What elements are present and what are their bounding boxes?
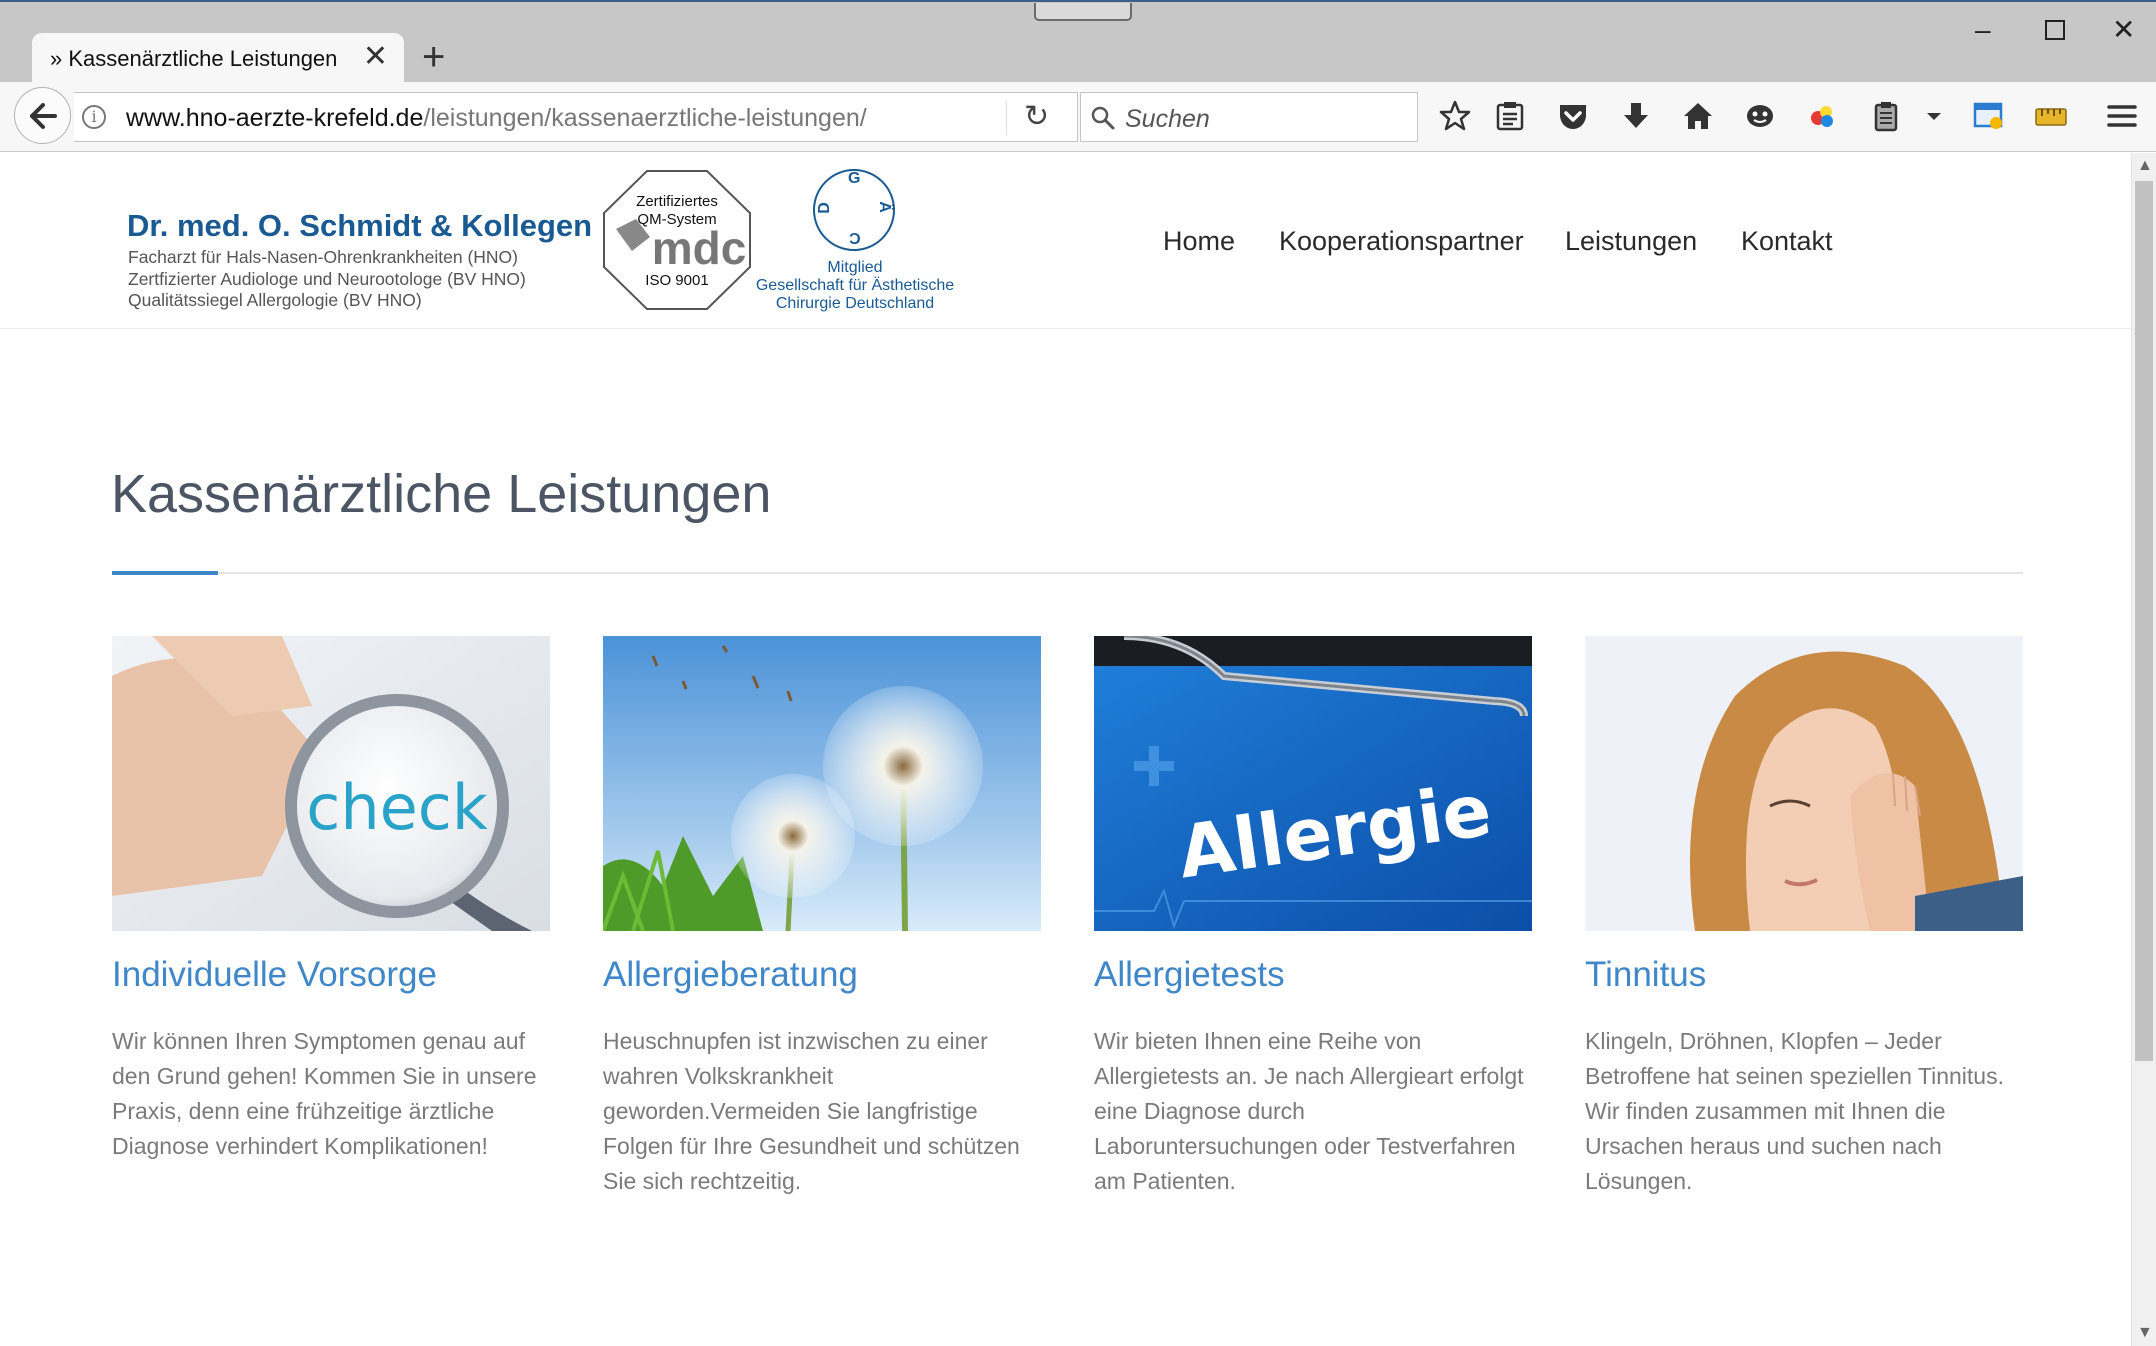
clipboard-icon[interactable] (1869, 99, 1903, 133)
logo-subline: Facharzt für Hals-Nasen-Ohrenkrankheiten… (128, 247, 518, 267)
page-scrollbar[interactable]: ▲ ▼ (2131, 153, 2156, 1346)
back-arrow-icon (30, 103, 57, 129)
url-path: /leistungen/kassenaerztliche-leistungen/ (423, 104, 867, 132)
card-text: Wir bieten Ihnen eine Reihe von Allergie… (1094, 1028, 1524, 1194)
card-title[interactable]: Tinnitus (1585, 955, 1706, 995)
emoji-icon[interactable] (1743, 99, 1777, 133)
gaed-letter: Ä (875, 201, 893, 213)
menu-icon[interactable] (2105, 99, 2139, 133)
gaed-letter: D (815, 202, 833, 214)
scroll-up-icon[interactable]: ▲ (2137, 157, 2153, 175)
browser-toolbar: i www.hno-aerzte-krefeld.de/leistungen/k… (0, 82, 2156, 152)
title-divider (112, 572, 2023, 574)
nav-home[interactable]: Home (1163, 226, 1235, 257)
gaed-member-text: Gesellschaft für Ästhetische (755, 277, 955, 294)
reload-icon[interactable]: ↻ (1024, 101, 1049, 133)
card-image-stethoscope[interactable]: check (112, 636, 550, 931)
nav-leistungen[interactable]: Leistungen (1565, 226, 1697, 257)
back-button[interactable] (14, 87, 71, 144)
gaed-letter: G (848, 170, 861, 187)
card-title[interactable]: Allergieberatung (603, 955, 858, 995)
scroll-down-icon[interactable]: ▼ (2137, 1324, 2153, 1342)
reading-list-icon[interactable] (1493, 99, 1527, 133)
card-title[interactable]: Individuelle Vorsorge (112, 955, 437, 995)
url-text: www.hno-aerzte-krefeld.de/leistungen/kas… (126, 104, 867, 133)
site-logo-name[interactable]: Dr. med. O. Schmidt & Kollegen (127, 208, 592, 244)
gaed-member-logo: G Ä C D (812, 168, 896, 252)
download-icon[interactable] (1619, 99, 1653, 133)
qm-certification-seal: Zertifiziertes QM-System mdc ISO 9001 (602, 169, 752, 311)
gaed-letter: C (849, 229, 861, 246)
nav-kooperationspartner[interactable]: Kooperationspartner (1279, 226, 1524, 257)
window-close-icon[interactable]: ✕ (2112, 16, 2135, 44)
search-placeholder: Suchen (1125, 105, 1210, 133)
dropdown-arrow-icon[interactable] (1922, 99, 1946, 133)
site-header: Dr. med. O. Schmidt & Kollegen Facharzt … (0, 153, 2131, 329)
page-title: Kassenärztliche Leistungen (111, 464, 772, 524)
tab-title: » Kassenärztliche Leistungen (50, 46, 338, 71)
browser-tab-strip: » Kassenärztliche Leistungen ✕ + – ✕ (0, 0, 2156, 84)
card-title[interactable]: Allergietests (1094, 955, 1285, 995)
card-image-allergie-tablet[interactable]: Allergie (1094, 636, 1532, 931)
window-maximize-icon[interactable] (2045, 20, 2065, 40)
card-image-dandelions[interactable] (603, 636, 1041, 931)
window-minimize-icon[interactable]: – (1975, 16, 1991, 44)
seal-bottom-line: ISO 9001 (645, 272, 709, 289)
bookmark-star-icon[interactable] (1438, 99, 1472, 133)
logo-subline: Zertfizierter Audiologe und Neurootologe… (128, 269, 526, 289)
url-host: www.hno-aerzte-krefeld.de (126, 104, 424, 132)
pocket-icon[interactable] (1556, 99, 1590, 133)
card-image-word: check (306, 771, 488, 844)
title-accent-bar (112, 571, 218, 575)
home-icon[interactable] (1681, 99, 1715, 133)
logo-subline: Qualitätssiegel Allergologie (BV HNO) (128, 290, 422, 310)
card-text: Wir können Ihren Symptomen genau auf den… (112, 1028, 537, 1159)
gaed-member-text: Mitglied (827, 259, 883, 276)
colorful-addon-icon[interactable] (1806, 99, 1840, 133)
search-input[interactable]: Suchen (1080, 92, 1418, 142)
page-info-icon[interactable]: i (82, 105, 106, 129)
window-addon-icon[interactable] (1972, 99, 2006, 133)
tab-close-icon[interactable]: ✕ (363, 42, 388, 72)
card-image-woman-ear[interactable] (1585, 636, 2023, 931)
card-text: Heuschnupfen ist inzwischen zu einer wah… (603, 1028, 1020, 1194)
ruler-addon-icon[interactable] (2034, 99, 2068, 133)
url-separator (1006, 101, 1007, 135)
window-drag-handle[interactable] (1034, 3, 1132, 21)
gaed-member-text: Chirurgie Deutschland (775, 295, 935, 312)
seal-top-line: Zertifiziertes (636, 193, 718, 210)
scroll-thumb[interactable] (2135, 181, 2153, 1061)
nav-kontakt[interactable]: Kontakt (1741, 226, 1833, 257)
browser-tab-active[interactable]: » Kassenärztliche Leistungen ✕ (32, 33, 404, 84)
new-tab-plus-icon[interactable]: + (422, 37, 445, 77)
search-icon (1091, 106, 1115, 130)
url-bar[interactable]: i www.hno-aerzte-krefeld.de/leistungen/k… (74, 92, 1078, 142)
card-text: Klingeln, Dröhnen, Klopfen – Jeder Betro… (1585, 1028, 2004, 1194)
